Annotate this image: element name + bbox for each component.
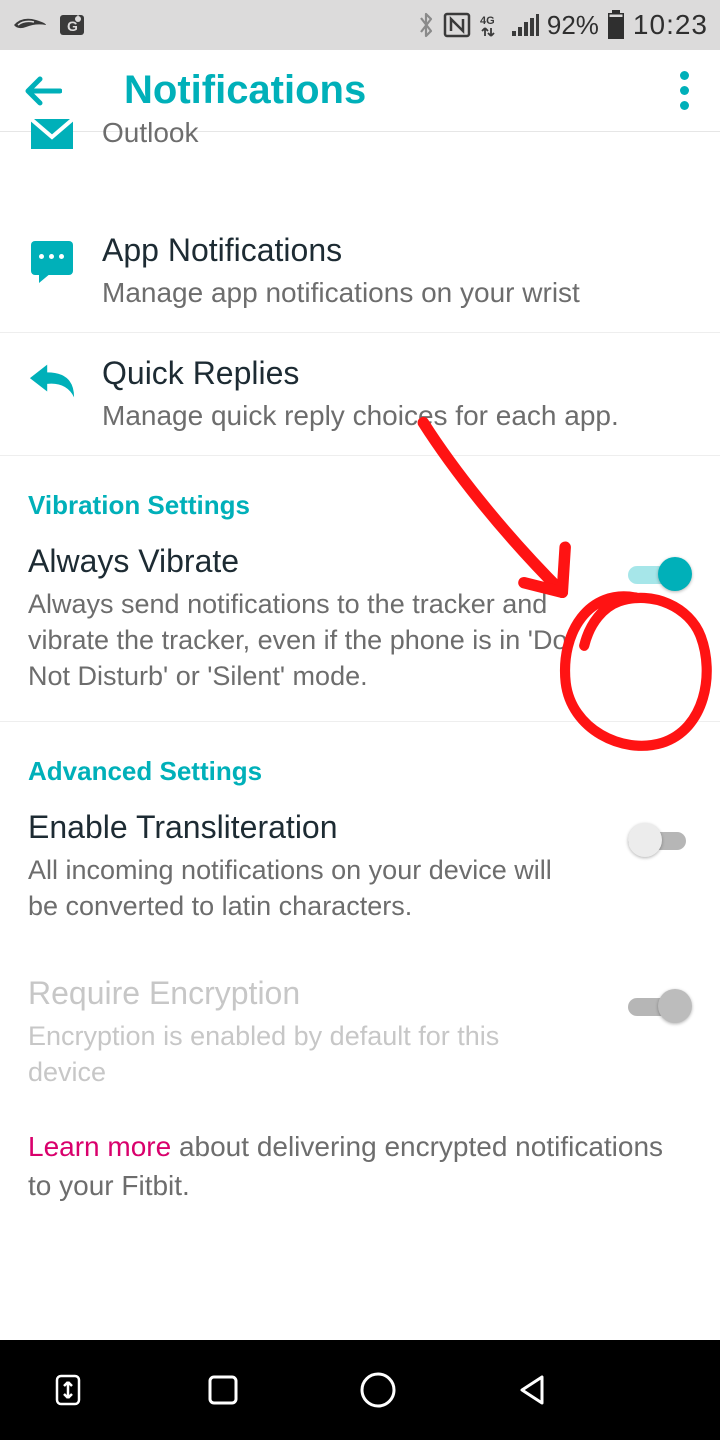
signal-icon: [511, 13, 539, 37]
nav-expand-button[interactable]: [40, 1362, 96, 1418]
system-navbar: [0, 1340, 720, 1440]
svg-text:G: G: [67, 18, 78, 34]
always-vibrate-title: Always Vibrate: [28, 543, 612, 580]
encryption-subtitle: Encryption is enabled by default for thi…: [28, 1018, 568, 1091]
vibration-section-title: Vibration Settings: [0, 456, 720, 537]
nav-back-button[interactable]: [505, 1362, 561, 1418]
encryption-setting: Require Encryption Encryption is enabled…: [0, 951, 720, 1117]
reply-icon: [28, 357, 76, 405]
email-icon: [28, 108, 76, 156]
learn-more-link[interactable]: Learn more: [28, 1131, 171, 1162]
encryption-toggle: [628, 989, 692, 1025]
encryption-title: Require Encryption: [28, 975, 612, 1012]
statusbar: G 4G 92% 10:23: [0, 0, 720, 50]
settings-list: x Outlook App Notifications Manage app n…: [0, 104, 720, 1245]
chat-icon: [28, 234, 76, 282]
emails-subtitle: Outlook: [102, 114, 692, 152]
battery-percent: 92%: [547, 10, 599, 41]
clock: 10:23: [633, 9, 708, 41]
back-button[interactable]: [20, 69, 64, 113]
always-vibrate-setting[interactable]: Always Vibrate Always send notifications…: [0, 537, 720, 721]
4g-icon: 4G: [479, 12, 503, 38]
app-notifications-row[interactable]: App Notifications Manage app notificatio…: [0, 182, 720, 332]
app-notifications-title: App Notifications: [102, 230, 692, 270]
carrier-icon: [12, 14, 48, 36]
maps-icon: G: [58, 11, 86, 39]
transliteration-toggle[interactable]: [628, 823, 692, 859]
quick-replies-subtitle: Manage quick reply choices for each app.: [102, 397, 692, 435]
emails-row[interactable]: x Outlook: [0, 104, 720, 182]
transliteration-setting[interactable]: Enable Transliteration All incoming noti…: [0, 803, 720, 951]
always-vibrate-subtitle: Always send notifications to the tracker…: [28, 586, 568, 695]
app-notifications-subtitle: Manage app notifications on your wrist: [102, 274, 692, 312]
bluetooth-icon: [417, 11, 435, 39]
transliteration-subtitle: All incoming notifications on your devic…: [28, 852, 568, 925]
nav-spacer: [660, 1362, 680, 1418]
transliteration-title: Enable Transliteration: [28, 809, 612, 846]
svg-text:4G: 4G: [480, 15, 495, 27]
advanced-section-title: Advanced Settings: [0, 722, 720, 803]
quick-replies-row[interactable]: Quick Replies Manage quick reply choices…: [0, 333, 720, 455]
quick-replies-title: Quick Replies: [102, 353, 692, 393]
nfc-icon: [443, 11, 471, 39]
learn-more-text: Learn more about delivering encrypted no…: [0, 1117, 720, 1245]
battery-icon: [607, 10, 625, 40]
nav-home-button[interactable]: [350, 1362, 406, 1418]
always-vibrate-toggle[interactable]: [628, 557, 692, 593]
nav-recents-button[interactable]: [195, 1362, 251, 1418]
